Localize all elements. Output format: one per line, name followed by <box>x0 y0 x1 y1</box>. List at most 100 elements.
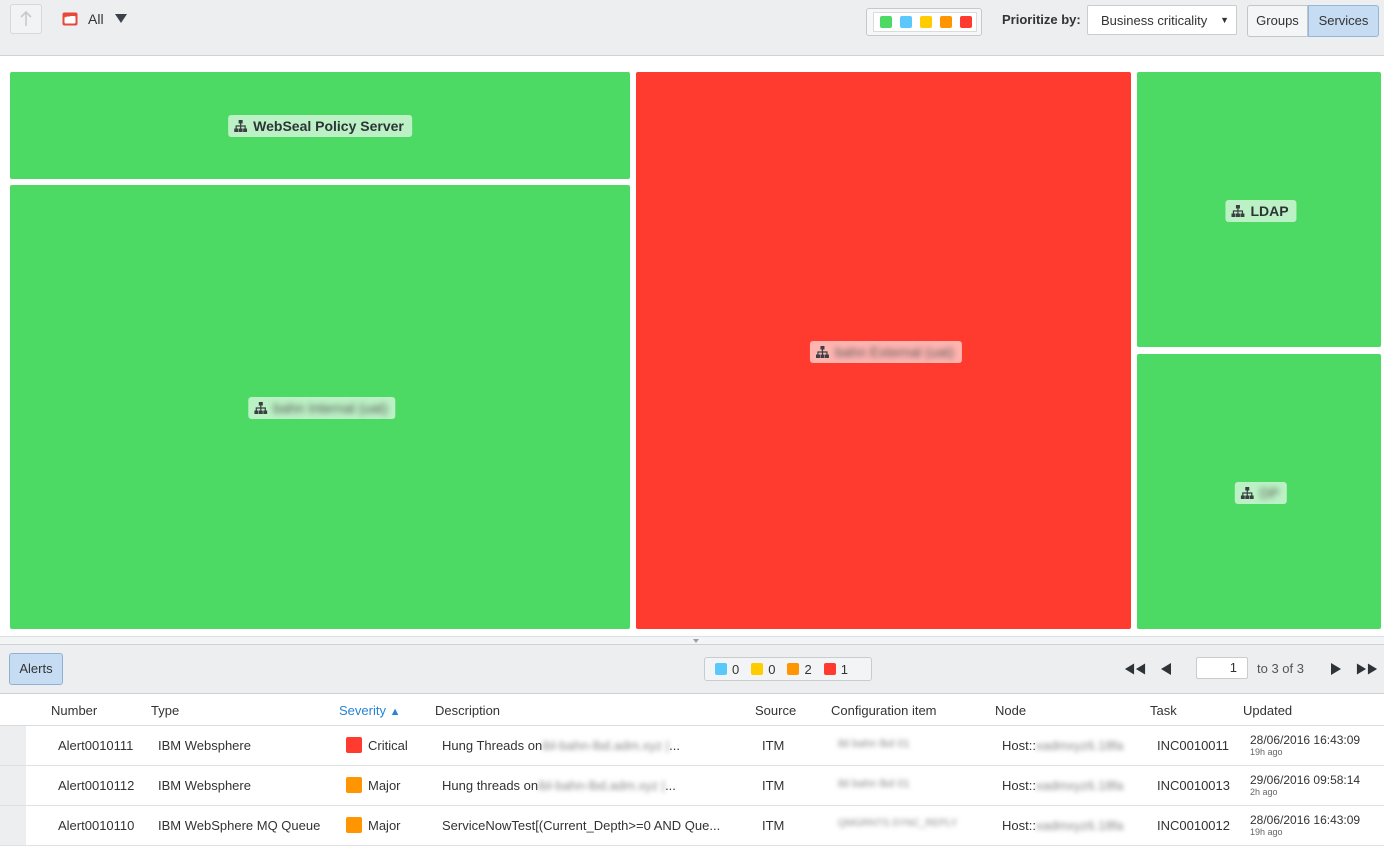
treemap-tile-webseal-policy-server[interactable]: WebSeal Policy Server <box>10 72 630 179</box>
caret-down-icon[interactable] <box>115 14 127 23</box>
count-warning: 0 <box>715 662 739 677</box>
alert-configuration-item[interactable]: ibl bahn lbd 01 <box>838 778 910 790</box>
treemap-tile-external[interactable]: bahn External (uat) <box>636 72 1131 629</box>
column-header-label: Severity <box>339 703 386 718</box>
first-page-button[interactable] <box>1124 661 1146 677</box>
severity-indicator <box>346 817 362 833</box>
alert-type: IBM Websphere <box>158 738 251 753</box>
alert-task[interactable]: INC0010011 <box>1157 738 1229 753</box>
major-swatch <box>787 663 800 675</box>
count-major: 2 <box>787 661 812 677</box>
legend-swatch-red <box>960 16 972 28</box>
status-legend-swatches <box>873 12 977 32</box>
panel-splitter[interactable] <box>0 636 1384 645</box>
page-range-label: to 3 of 3 <box>1257 661 1304 676</box>
column-header-source[interactable]: Source <box>755 703 796 718</box>
description-ellipsis: ... <box>709 818 721 833</box>
column-header-node[interactable]: Node <box>995 703 1026 718</box>
groups-button[interactable]: Groups <box>1247 5 1308 37</box>
service-hierarchy-icon <box>254 402 268 414</box>
description-text: ServiceNowTest[(Current_Depth>=0 AND Que <box>442 818 710 833</box>
severity-counts[interactable]: 0 0 2 1 <box>704 657 872 681</box>
navigate-up-button[interactable] <box>10 4 42 34</box>
last-page-button[interactable] <box>1356 661 1378 677</box>
count-minor: 0 <box>751 662 775 677</box>
tile-label: bahn External (uat) <box>809 341 963 363</box>
row-selector[interactable] <box>0 726 26 765</box>
column-header-number[interactable]: Number <box>51 703 97 718</box>
next-page-button[interactable] <box>1330 661 1352 677</box>
alert-severity: Critical <box>368 738 408 753</box>
tile-name: DP <box>1259 485 1280 501</box>
alert-updated: 28/06/2016 16:43:09 <box>1250 733 1361 747</box>
service-hierarchy-icon <box>1240 487 1254 499</box>
alert-configuration-item[interactable]: ibl bahn lbd 01 <box>838 738 910 750</box>
count-value: 2 <box>804 661 812 677</box>
alert-task[interactable]: INC0010012 <box>1157 818 1230 833</box>
alert-type: IBM WebSphere MQ Queue <box>158 818 321 833</box>
folder-icon <box>62 12 78 26</box>
description-ellipsis: ... <box>669 738 680 753</box>
last-page-icon <box>1356 663 1378 675</box>
tile-label: LDAP <box>1225 200 1297 222</box>
row-selector[interactable] <box>0 766 26 805</box>
legend-swatch-green <box>880 16 892 28</box>
alert-number[interactable]: Alert0010111 <box>58 738 133 753</box>
row-selector[interactable] <box>0 806 26 845</box>
previous-page-icon <box>1161 663 1171 675</box>
treemap-tile-dp[interactable]: DP <box>1137 354 1381 629</box>
alert-updated-relative: 19h ago <box>1250 747 1283 757</box>
page-number-input[interactable]: 1 <box>1196 657 1248 679</box>
alert-description: Hung Threads onibl-bahn-lbd.adm.xyz |... <box>442 738 680 753</box>
count-value: 0 <box>768 661 776 677</box>
alert-task[interactable]: INC0010013 <box>1157 778 1230 793</box>
legend-swatch-orange <box>940 16 952 28</box>
select-caret-icon: ▼ <box>1220 15 1229 25</box>
alert-updated-relative: 2h ago <box>1250 787 1278 797</box>
description-redacted: ibl-bahn-lbd.adm.xyz | <box>538 778 666 793</box>
top-toolbar: All Prioritize by: Business criticality … <box>0 0 1384 56</box>
table-row[interactable]: Alert0010112 IBM Websphere Major Hung th… <box>0 766 1384 806</box>
previous-page-button[interactable] <box>1160 661 1182 677</box>
status-legend[interactable] <box>866 8 982 36</box>
tile-label: bahn Internal (uat) <box>248 397 396 419</box>
description-redacted: ibl-bahn-lbd.adm.xyz | <box>542 738 670 753</box>
table-row[interactable]: Alert0010111 IBM Websphere Critical Hung… <box>0 726 1384 766</box>
column-header-severity[interactable]: Severity ▲ <box>339 703 400 718</box>
column-header-task[interactable]: Task <box>1150 703 1177 718</box>
alert-description: Hung threads onibl-bahn-lbd.adm.xyz |... <box>442 778 676 793</box>
node-redacted: xadmxyz6.18fa <box>1035 818 1124 833</box>
treemap-tile-ldap[interactable]: LDAP <box>1137 72 1381 347</box>
alert-number[interactable]: Alert0010112 <box>58 778 134 793</box>
filter-label[interactable]: All <box>88 11 104 27</box>
first-page-icon <box>1124 663 1146 675</box>
prioritize-select[interactable]: Business criticality ▼ <box>1087 5 1237 35</box>
column-header-type[interactable]: Type <box>151 703 179 718</box>
node-prefix: Host:: <box>1002 818 1036 833</box>
alert-updated: 28/06/2016 16:43:09 <box>1250 813 1361 827</box>
column-header-updated[interactable]: Updated <box>1243 703 1292 718</box>
legend-swatch-blue <box>900 16 912 28</box>
tile-name: bahn External (uat) <box>834 344 955 360</box>
alerts-toolbar: Alerts 0 0 2 1 1 to 3 of 3 <box>0 645 1384 694</box>
alert-configuration-item[interactable]: QMGRNTS.SYNC_REPLY <box>838 818 957 829</box>
alert-source: ITM <box>762 738 785 753</box>
table-row[interactable]: Alert0010110 IBM WebSphere MQ Queue Majo… <box>0 806 1384 846</box>
column-header-configuration-item[interactable]: Configuration item <box>831 703 937 718</box>
splitter-caret-icon <box>693 639 699 643</box>
alert-source: ITM <box>762 818 785 833</box>
alert-severity: Major <box>368 818 401 833</box>
treemap-tile-internal[interactable]: bahn Internal (uat) <box>10 185 630 629</box>
tile-name: LDAP <box>1250 203 1289 219</box>
alerts-button[interactable]: Alerts <box>9 653 63 685</box>
service-hierarchy-icon <box>815 346 829 358</box>
services-button[interactable]: Services <box>1308 5 1379 37</box>
count-value: 1 <box>840 661 848 677</box>
node-prefix: Host:: <box>1002 778 1036 793</box>
column-header-description[interactable]: Description <box>435 703 500 718</box>
alert-updated: 29/06/2016 09:58:14 <box>1250 773 1361 787</box>
severity-indicator <box>346 777 362 793</box>
description-ellipsis: ... <box>665 778 676 793</box>
tile-label: WebSeal Policy Server <box>228 115 412 137</box>
alert-number[interactable]: Alert0010110 <box>58 818 134 833</box>
